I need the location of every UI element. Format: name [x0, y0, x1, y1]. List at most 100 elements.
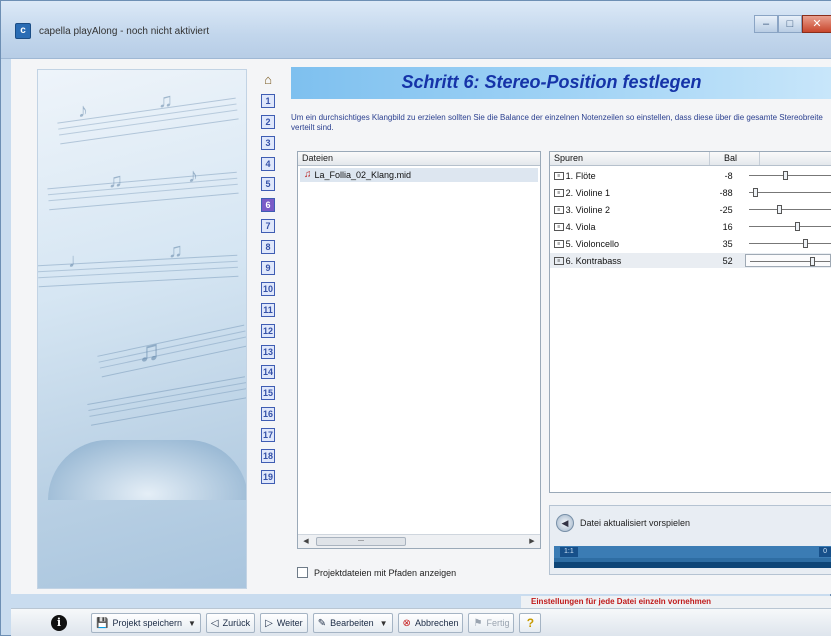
files-list[interactable]: Dateien ♫ La_Follia_02_Klang.mid ◀ — ▶ [297, 151, 541, 549]
file-list-item[interactable]: ♫ La_Follia_02_Klang.mid [300, 168, 538, 182]
track-row[interactable]: ≡ 2. Violine 1 -88 [550, 185, 831, 200]
close-button[interactable]: ✕ [802, 15, 831, 33]
midi-file-icon: ♫ [304, 169, 312, 180]
step-button-7[interactable]: 7 [261, 219, 275, 234]
track-row[interactable]: ≡ 4. Viola 16 [550, 219, 831, 234]
show-paths-checkbox[interactable] [297, 567, 308, 578]
step-navigation: ⌂ 1 2 3 4 5 6 7 8 9 10 11 12 13 14 15 16… [261, 73, 279, 491]
balance-slider[interactable] [745, 220, 831, 233]
decorative-sheet-music-image: ♪ ♫ ♫ ♪ ♩ ♫ ♫ [37, 69, 247, 589]
step-button-2[interactable]: 2 [261, 114, 275, 129]
balance-slider[interactable] [745, 203, 831, 216]
show-paths-option[interactable]: Projektdateien mit Pfaden anzeigen [297, 567, 456, 578]
music-note-icon: ♩ [68, 250, 88, 272]
balance-slider[interactable] [745, 186, 831, 199]
page-title: Schritt 6: Stereo-Position festlegen [401, 72, 702, 92]
track-balance-value: 35 [722, 238, 733, 249]
step-button-10[interactable]: 10 [261, 281, 275, 296]
edit-button[interactable]: ✎ Bearbeiten ▼ [312, 613, 393, 633]
balance-slider[interactable] [744, 254, 831, 267]
next-label: Weiter [276, 618, 303, 628]
back-button[interactable]: ◁ Zurück [205, 613, 256, 633]
step-button-9[interactable]: 9 [261, 261, 275, 276]
slider-knob[interactable] [783, 171, 789, 180]
step-button-14[interactable]: 14 [261, 365, 275, 380]
slider-rail [748, 209, 831, 210]
step-button-5[interactable]: 5 [261, 177, 275, 192]
window-title: capella playAlong - noch nicht aktiviert [39, 26, 210, 37]
music-note-icon: ♫ [108, 170, 123, 192]
slider-rail [748, 192, 831, 193]
step-button-18[interactable]: 18 [261, 449, 275, 464]
track-name: 5. Violoncello [565, 238, 620, 249]
back-label: Zurück [222, 618, 251, 628]
title-bar[interactable]: c capella playAlong - noch nicht aktivie… [1, 1, 831, 59]
balance-slider[interactable] [745, 169, 831, 182]
step-button-16[interactable]: 16 [261, 407, 275, 422]
staff-track-icon: ≡ [554, 256, 564, 265]
slider-knob[interactable] [803, 239, 809, 248]
status-message: Einstellungen für jede Datei einzeln vor… [521, 596, 831, 608]
maximize-button[interactable]: □ [778, 15, 802, 33]
tracks-list[interactable]: Spuren Bal ≡ 1. Flöte -8 ≡ 2. Violine 1 -88 ≡ 3… [549, 151, 831, 493]
info-icon[interactable]: i [51, 615, 67, 631]
step-button-15[interactable]: 15 [261, 386, 275, 401]
step-button-19[interactable]: 19 [261, 469, 275, 484]
intro-text: Um ein durchsichtiges Klangbild zu erzie… [291, 113, 823, 132]
music-note-icon: ♫ [138, 335, 161, 368]
step-button-6[interactable]: 6 [261, 198, 275, 213]
track-name: 4. Viola [565, 221, 596, 232]
finish-label: Fertig [486, 618, 510, 628]
slider-knob[interactable] [776, 205, 782, 214]
slider-knob[interactable] [795, 222, 801, 231]
time-start: 1:1 [560, 547, 578, 557]
progress-bar-fill [554, 562, 831, 568]
edit-pen-icon: ✎ [317, 617, 327, 629]
track-row[interactable]: ≡ 3. Violine 2 -25 [550, 202, 831, 217]
balance-column-header[interactable]: Bal [710, 152, 760, 165]
finish-button[interactable]: ⚑ Fertig [468, 613, 515, 633]
balance-slider[interactable] [745, 237, 831, 250]
cancel-button[interactable]: ⊗ Abbrechen [397, 613, 464, 633]
chevron-down-icon[interactable]: ▼ [188, 619, 196, 628]
step-header: Schritt 6: Stereo-Position festlegen [291, 67, 831, 99]
step-button-3[interactable]: 3 [261, 135, 275, 150]
forward-arrow-icon: ▷ [265, 617, 273, 629]
step-button-8[interactable]: 8 [261, 240, 275, 255]
track-row[interactable]: ≡ 1. Flöte -8 [550, 168, 831, 183]
tracks-header: Spuren Bal [550, 152, 831, 166]
tracks-column-header[interactable]: Spuren [550, 152, 710, 165]
playback-progress[interactable]: 1:1 0 [554, 546, 831, 568]
save-project-label: Projekt speichern [112, 618, 182, 628]
scroll-left-icon[interactable]: ◀ [300, 536, 312, 547]
wizard-client-area: ♪ ♫ ♫ ♪ ♩ ♫ ♫ ⌂ 1 2 3 4 5 6 7 8 9 10 11 … [11, 59, 831, 594]
preview-label: Datei aktualisiert vorspielen [580, 518, 691, 528]
step-button-11[interactable]: 11 [261, 302, 275, 317]
chevron-down-icon[interactable]: ▼ [380, 619, 388, 628]
files-column-header[interactable]: Dateien [298, 152, 540, 166]
cancel-icon: ⊗ [402, 617, 411, 629]
step-button-17[interactable]: 17 [261, 428, 275, 443]
scrollbar-thumb[interactable]: — [316, 537, 406, 546]
minimize-button[interactable]: – [754, 15, 778, 33]
slider-rail [748, 175, 831, 176]
step-button-13[interactable]: 13 [261, 344, 275, 359]
track-row[interactable]: ≡ 6. Kontrabass 52 [550, 253, 831, 268]
horizontal-scrollbar[interactable]: ◀ — ▶ [298, 534, 540, 548]
help-button[interactable]: ? [519, 613, 542, 633]
slider-knob[interactable] [752, 188, 758, 197]
window-controls: – □ ✕ [754, 15, 831, 33]
track-balance-value: -88 [719, 187, 733, 198]
track-row[interactable]: ≡ 5. Violoncello 35 [550, 236, 831, 251]
step-button-4[interactable]: 4 [261, 156, 275, 171]
preview-play-control[interactable]: ◀ Datei aktualisiert vorspielen [556, 514, 690, 532]
slider-knob[interactable] [810, 257, 816, 266]
home-icon[interactable]: ⌂ [261, 73, 275, 87]
step-button-1[interactable]: 1 [261, 93, 275, 108]
save-project-button[interactable]: 💾 Projekt speichern ▼ [91, 613, 201, 633]
step-button-12[interactable]: 12 [261, 323, 275, 338]
scroll-right-icon[interactable]: ▶ [526, 536, 538, 547]
speaker-icon[interactable]: ◀ [556, 514, 574, 532]
next-button[interactable]: ▷ Weiter [260, 613, 308, 633]
track-balance-value: 16 [722, 221, 733, 232]
